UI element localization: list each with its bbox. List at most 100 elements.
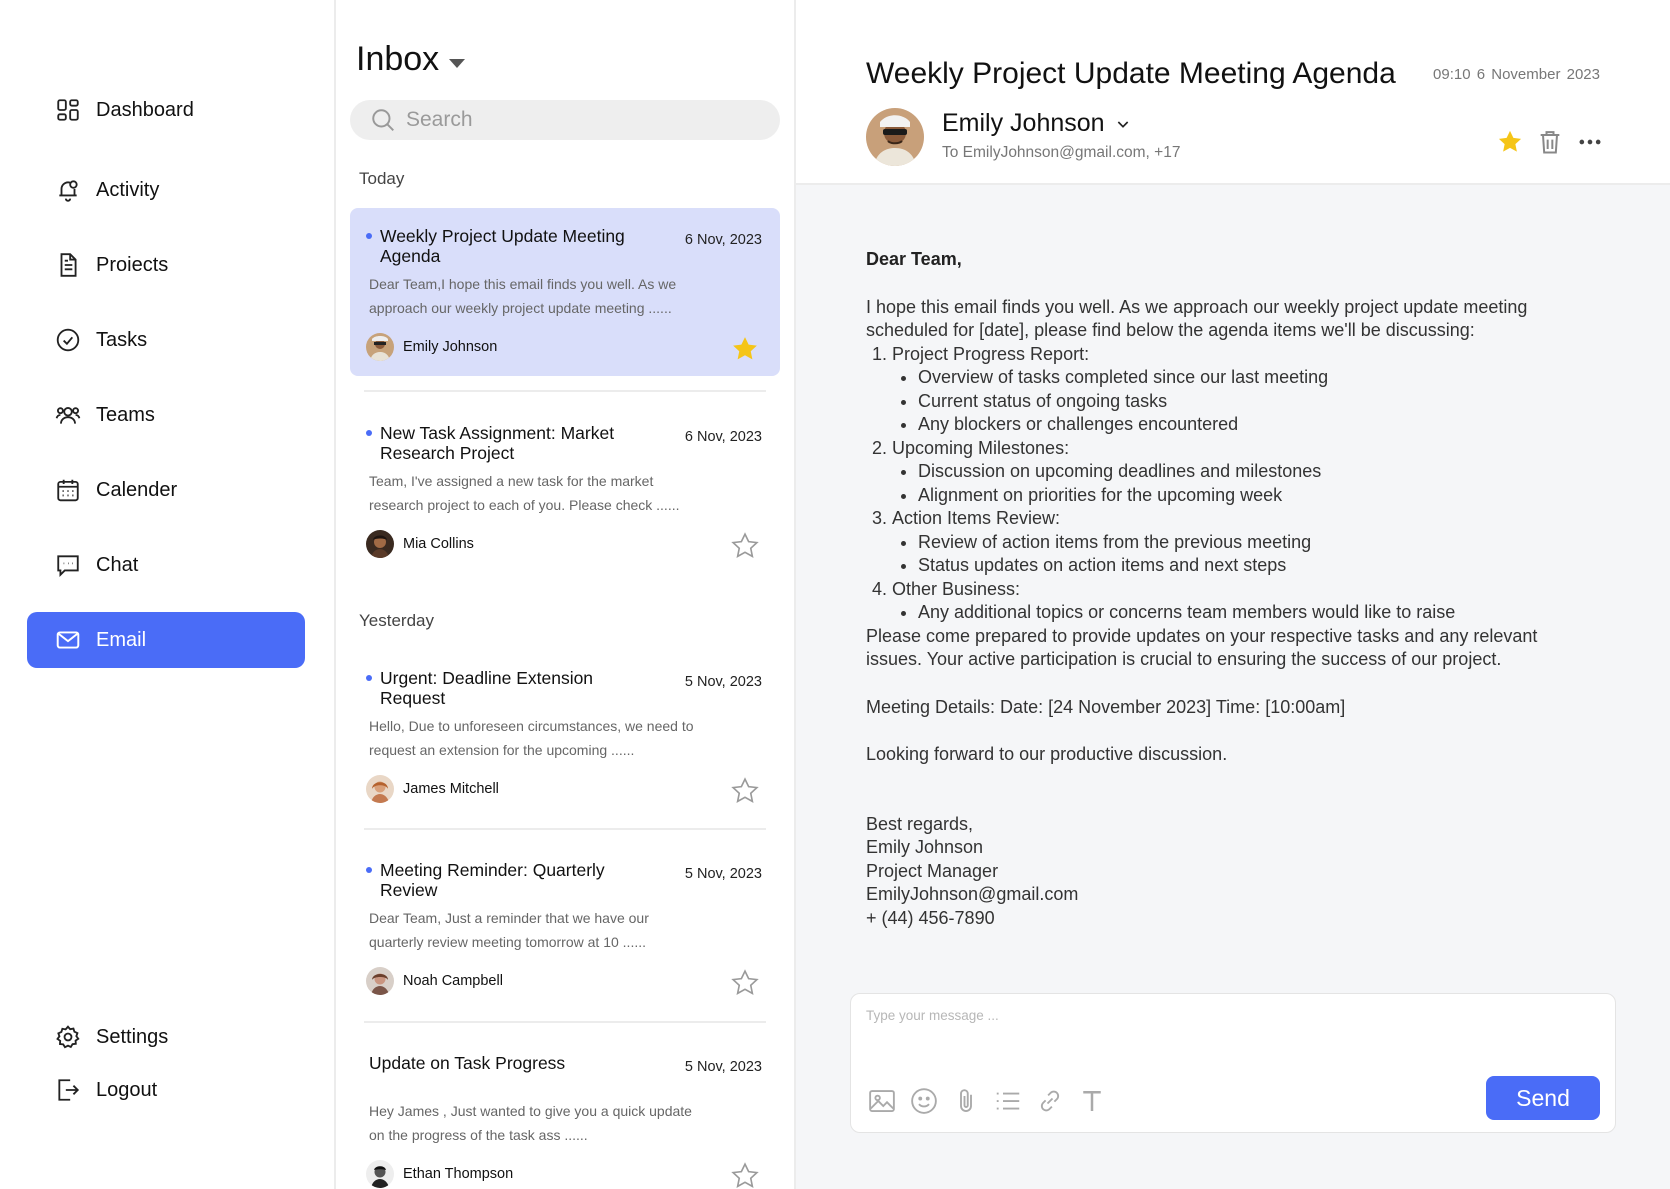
signature-line: Project Manager <box>866 860 999 881</box>
nav-item-chat[interactable]: Chat <box>27 537 305 593</box>
logout-icon <box>54 1076 82 1104</box>
image-icon[interactable] <box>867 1086 897 1116</box>
nav-item-logout[interactable]: Logout <box>27 1062 305 1118</box>
mail-subject: Weekly Project Update Meeting Agenda <box>380 226 625 266</box>
email-actions <box>1496 128 1604 156</box>
emoji-icon[interactable] <box>909 1086 939 1116</box>
calendar-icon <box>54 476 82 504</box>
agenda-item: Action Items Review: Review of action it… <box>892 507 1586 578</box>
email-title: Weekly Project Update Meeting Agenda <box>866 57 1396 90</box>
nav-item-teams[interactable]: Teams <box>27 387 305 443</box>
group-label-yesterday: Yesterday <box>359 611 434 630</box>
chevron-down-icon[interactable] <box>449 59 466 68</box>
agenda-subitem: Any blockers or challenges encountered <box>918 413 1586 437</box>
nav-item-settings[interactable]: Settings <box>27 1009 305 1065</box>
agenda-title: Action Items Review: <box>892 508 1061 528</box>
inbox-panel: Inbox Search Today Weekly Project Update… <box>336 0 796 1189</box>
chevron-down-icon <box>1117 120 1128 128</box>
mail-item[interactable]: Meeting Reminder: Quarterly Review 5 Nov… <box>350 842 780 1010</box>
nav-label: Tasks <box>96 328 148 351</box>
trash-icon[interactable] <box>1536 128 1564 156</box>
unread-dot <box>366 675 372 681</box>
mail-item[interactable]: New Task Assignment: Market Research Pro… <box>350 405 780 573</box>
sender-name: Emily Johnson <box>942 109 1105 137</box>
agenda-title: Project Progress Report: <box>892 343 1090 364</box>
mail-preview: Hello, Due to unforeseen circumstances, … <box>369 718 694 758</box>
nav-item-projects[interactable]: Proiects <box>27 237 305 293</box>
star-outline-icon[interactable] <box>730 968 760 998</box>
dashboard-icon <box>54 96 82 124</box>
email-body: Dear Team, I hope this email finds you w… <box>866 248 1586 930</box>
send-button[interactable]: Send <box>1486 1076 1600 1120</box>
mail-preview: Dear Team,I hope this email finds you we… <box>369 276 677 316</box>
link-icon[interactable] <box>1035 1086 1065 1116</box>
agenda-subitem: Any additional topics or concerns team m… <box>918 601 1586 625</box>
attachment-icon[interactable] <box>951 1086 981 1116</box>
sender-name: Emily Johnson <box>403 339 498 355</box>
mail-item[interactable]: Weekly Project Update Meeting Agenda 6 N… <box>350 208 780 376</box>
nav-label: Proiects <box>96 253 169 276</box>
settings-label: Settings <box>96 1025 169 1048</box>
more-icon[interactable] <box>1576 128 1604 156</box>
mail-item[interactable]: Urgent: Deadline Extension Request 5 Nov… <box>350 650 780 818</box>
mail-subject: Update on Task Progress <box>369 1053 566 1073</box>
looking-forward: Looking forward to our productive discus… <box>866 744 1228 764</box>
nav-item-activity[interactable]: Activity <box>27 162 305 218</box>
email-time: 09:10 <box>1433 66 1471 83</box>
star-outline-icon[interactable] <box>730 776 760 806</box>
closing-paragraph: Please come prepared to provide updates … <box>866 625 1538 670</box>
avatar <box>366 333 394 361</box>
bell-icon <box>54 176 82 204</box>
agenda-item: Project Progress Report: Overview of tas… <box>892 343 1586 437</box>
sender-dropdown[interactable]: Emily Johnson <box>942 109 1131 138</box>
list-icon[interactable] <box>993 1086 1023 1116</box>
reading-pane: Weekly Project Update Meeting Agenda 09:… <box>796 0 1670 1189</box>
nav-item-email[interactable]: Email <box>27 612 305 668</box>
nav-item-tasks[interactable]: Tasks <box>27 312 305 368</box>
mail-sender: James Mitchell <box>366 775 499 803</box>
text-format-icon[interactable] <box>1077 1086 1107 1116</box>
nav-item-calendar[interactable]: Calender <box>27 462 305 518</box>
mail-item[interactable]: Update on Task Progress 5 Nov, 2023 Hey … <box>350 1035 780 1189</box>
agenda-subitem: Discussion on upcoming deadlines and mil… <box>918 460 1586 484</box>
email-header: Weekly Project Update Meeting Agenda 09:… <box>796 0 1670 185</box>
star-outline-icon[interactable] <box>730 531 760 561</box>
nav-label: Calender <box>96 478 178 501</box>
recipients[interactable]: To EmilyJohnson@gmail.com, +17 <box>942 144 1180 162</box>
greeting: Dear Team, <box>866 249 962 269</box>
star-outline-icon[interactable] <box>730 1161 760 1189</box>
avatar <box>366 530 394 558</box>
mail-subject: Meeting Reminder: Quarterly Review <box>380 860 605 900</box>
star-filled-icon[interactable] <box>730 334 760 364</box>
mail-sender: Ethan Thompson <box>366 1160 513 1188</box>
signature-line: EmilyJohnson@gmail.com <box>866 884 1079 904</box>
sender-name: Mia Collins <box>403 536 474 552</box>
inbox-title[interactable]: Inbox <box>356 40 466 79</box>
unread-dot <box>366 867 372 873</box>
agenda-subitem: Review of action items from the previous… <box>918 531 1586 555</box>
search-placeholder: Search <box>406 108 473 131</box>
avatar <box>366 1160 394 1188</box>
star-filled-icon[interactable] <box>1496 128 1524 156</box>
signature-line: Best regards, <box>866 813 974 834</box>
sender-name: Ethan Thompson <box>403 1166 514 1182</box>
divider <box>364 1021 766 1023</box>
mail-date: 6 Nov, 2023 <box>684 429 762 445</box>
nav-label: Chat <box>96 553 139 576</box>
email-date: 6 November 2023 <box>1476 66 1600 83</box>
unread-dot <box>366 233 372 239</box>
composer-toolbar <box>867 1086 1107 1116</box>
sender-name: James Mitchell <box>403 781 499 797</box>
avatar <box>366 967 394 995</box>
message-input[interactable] <box>866 1008 1466 1023</box>
sender-avatar <box>866 108 924 166</box>
unread-dot <box>366 430 372 436</box>
meeting-details: Meeting Details: Date: [24 November 2023… <box>866 696 1346 717</box>
document-icon <box>54 251 82 279</box>
nav-item-dashboard[interactable]: Dashboard <box>27 82 305 138</box>
search-icon <box>372 109 394 131</box>
reply-composer: Send <box>850 993 1616 1133</box>
intro-paragraph: I hope this email finds you well. As we … <box>866 296 1528 341</box>
search-input[interactable]: Search <box>350 100 780 140</box>
